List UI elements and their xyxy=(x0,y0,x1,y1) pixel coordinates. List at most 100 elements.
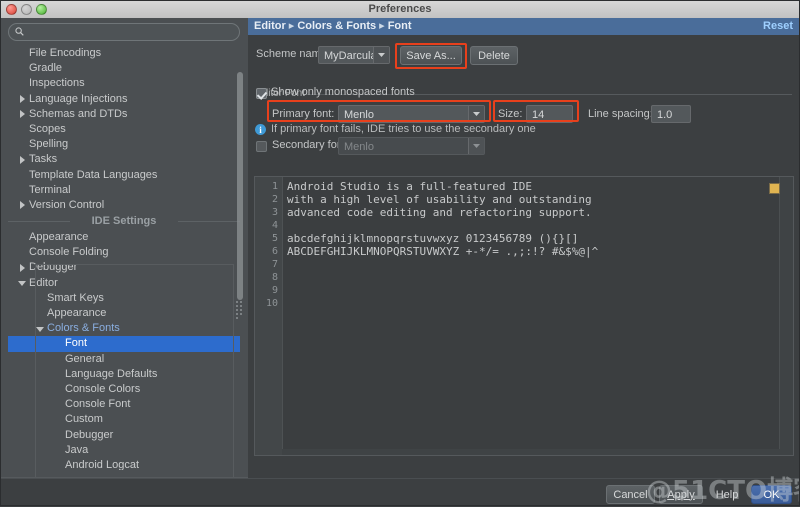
sidebar-item-editor[interactable]: Editor xyxy=(8,276,240,291)
sidebar-item-label: Language Injections xyxy=(8,92,240,107)
chevron-down-icon[interactable] xyxy=(468,138,484,154)
sidebar-item-label: Gradle xyxy=(8,61,240,76)
sidebar-scrollbar[interactable] xyxy=(237,72,243,300)
preview-code-line xyxy=(287,258,753,271)
line-number: 7 xyxy=(272,258,278,271)
sidebar-item-label: File Encodings xyxy=(8,46,240,61)
sidebar-item-label: Language Defaults xyxy=(8,367,240,382)
warning-marker-icon[interactable] xyxy=(769,183,780,194)
preview-code-line: advanced code editing and refactoring su… xyxy=(287,206,753,219)
tree-separator-label: IDE Settings xyxy=(8,213,240,230)
preferences-window: Preferences File EncodingsGradleInspecti… xyxy=(0,0,800,506)
sidebar-item-colors-fonts[interactable]: Colors & Fonts xyxy=(8,321,240,336)
sidebar-item-file-encodings[interactable]: File Encodings xyxy=(8,46,240,61)
ok-button[interactable]: OK xyxy=(751,485,792,504)
sidebar-item-tasks[interactable]: Tasks xyxy=(8,152,240,167)
apply-button[interactable]: Apply xyxy=(659,485,703,504)
secondary-font-hint: If primary font fails, IDE tries to use … xyxy=(271,123,536,135)
preview-code: Android Studio is a full-featured IDEwit… xyxy=(287,180,753,455)
sidebar-item-label: Appearance xyxy=(8,230,240,245)
sidebar-item-debugger[interactable]: Debugger xyxy=(8,428,240,443)
sidebar-item-scopes[interactable]: Scopes xyxy=(8,122,240,137)
scheme-name-value: MyDarcular xyxy=(324,47,380,65)
preview-code-line xyxy=(287,271,753,284)
sidebar-item-spelling[interactable]: Spelling xyxy=(8,137,240,152)
sidebar-item-version-control[interactable]: Version Control xyxy=(8,198,240,213)
preview-code-line xyxy=(287,219,753,232)
sidebar-item-android-logcat[interactable]: Android Logcat xyxy=(8,458,240,470)
line-spacing-value: 1.0 xyxy=(657,106,672,124)
tree-separator: IDE Settings xyxy=(8,213,240,230)
sidebar-item-label: Version Control xyxy=(8,198,240,213)
sidebar-item-custom[interactable]: Custom xyxy=(8,412,240,427)
chevron-down-icon[interactable] xyxy=(34,321,46,336)
line-number: 1 xyxy=(272,180,278,193)
primary-font-combo[interactable]: Menlo xyxy=(338,105,485,123)
sidebar-item-smart-keys[interactable]: Smart Keys xyxy=(8,291,240,306)
sidebar-item-font[interactable]: Font xyxy=(8,336,240,351)
line-number: 9 xyxy=(272,284,278,297)
chevron-right-icon[interactable] xyxy=(16,198,28,213)
preview-code-line xyxy=(287,297,753,310)
monospaced-checkbox[interactable] xyxy=(256,88,267,99)
sidebar-item-label: Android Logcat xyxy=(8,458,240,470)
sidebar-item-label: Console Font xyxy=(8,397,240,412)
sidebar-resize-grip[interactable] xyxy=(235,300,246,312)
sidebar-item-language-defaults[interactable]: Language Defaults xyxy=(8,367,240,382)
chevron-down-icon[interactable] xyxy=(16,276,28,291)
delete-button[interactable]: Delete xyxy=(470,46,518,65)
sidebar-item-appearance[interactable]: Appearance xyxy=(8,230,240,245)
font-size-field[interactable]: 14 xyxy=(526,105,573,123)
sidebar-item-appearance[interactable]: Appearance xyxy=(8,306,240,321)
breadcrumb: Editor▸Colors & Fonts▸Font xyxy=(254,18,412,35)
breadcrumb-part-1[interactable]: Colors & Fonts xyxy=(297,20,376,32)
settings-tree[interactable]: File EncodingsGradleInspectionsLanguage … xyxy=(8,46,240,470)
scheme-name-combo[interactable]: MyDarcular xyxy=(318,46,390,64)
sidebar-item-general[interactable]: General xyxy=(8,352,240,367)
sidebar-item-console-folding[interactable]: Console Folding xyxy=(8,245,240,260)
sidebar-item-inspections[interactable]: Inspections xyxy=(8,76,240,91)
preview-code-line: abcdefghijklmnopqrstuvwxyz 0123456789 ()… xyxy=(287,232,753,245)
sidebar-item-language-injections[interactable]: Language Injections xyxy=(8,92,240,107)
sidebar-item-label: Smart Keys xyxy=(8,291,240,306)
window-titlebar: Preferences xyxy=(0,0,800,19)
sidebar-item-gradle[interactable]: Gradle xyxy=(8,61,240,76)
chevron-right-icon[interactable] xyxy=(16,260,28,275)
sidebar-item-label: Inspections xyxy=(8,76,240,91)
reset-link[interactable]: Reset xyxy=(763,18,793,35)
chevron-right-icon[interactable] xyxy=(16,92,28,107)
sidebar-item-java[interactable]: Java xyxy=(8,443,240,458)
monospaced-checkbox-label[interactable]: Show only monospaced fonts xyxy=(271,86,415,98)
sidebar-item-debugger[interactable]: Debugger xyxy=(8,260,240,275)
sidebar-item-console-font[interactable]: Console Font xyxy=(8,397,240,412)
sidebar-item-console-colors[interactable]: Console Colors xyxy=(8,382,240,397)
secondary-font-combo[interactable]: Menlo xyxy=(338,137,485,155)
breadcrumb-separator-icon: ▸ xyxy=(289,20,295,32)
sidebar-search[interactable] xyxy=(8,23,240,41)
settings-sidebar: File EncodingsGradleInspectionsLanguage … xyxy=(0,18,248,478)
sidebar-item-schemas-and-dtds[interactable]: Schemas and DTDs xyxy=(8,107,240,122)
sidebar-item-label: Editor xyxy=(8,276,240,291)
font-preview-editor[interactable]: 12345678910 Android Studio is a full-fea… xyxy=(254,176,794,456)
secondary-font-checkbox[interactable] xyxy=(256,141,267,152)
line-spacing-field[interactable]: 1.0 xyxy=(651,105,691,123)
help-button[interactable]: Help xyxy=(707,485,747,504)
cancel-button[interactable]: Cancel xyxy=(606,485,655,504)
sidebar-item-terminal[interactable]: Terminal xyxy=(8,183,240,198)
chevron-right-icon[interactable] xyxy=(16,152,28,167)
line-number: 6 xyxy=(272,245,278,258)
search-input[interactable] xyxy=(30,23,234,41)
sidebar-item-label: Terminal xyxy=(8,183,240,198)
chevron-right-icon[interactable] xyxy=(16,107,28,122)
chevron-down-icon[interactable] xyxy=(468,106,484,122)
sidebar-item-template-data-languages[interactable]: Template Data Languages xyxy=(8,168,240,183)
preview-scrollbar[interactable] xyxy=(779,177,793,455)
chevron-down-icon[interactable] xyxy=(373,47,389,63)
secondary-font-value: Menlo xyxy=(344,138,374,156)
apply-button-label: Apply xyxy=(667,489,695,501)
breadcrumb-bar: Editor▸Colors & Fonts▸Font Reset xyxy=(248,18,800,35)
preview-code-line xyxy=(287,284,753,297)
preview-horizontal-scrollbar[interactable] xyxy=(282,449,780,455)
breadcrumb-part-0[interactable]: Editor xyxy=(254,20,286,32)
save-as-button[interactable]: Save As... xyxy=(400,46,462,65)
